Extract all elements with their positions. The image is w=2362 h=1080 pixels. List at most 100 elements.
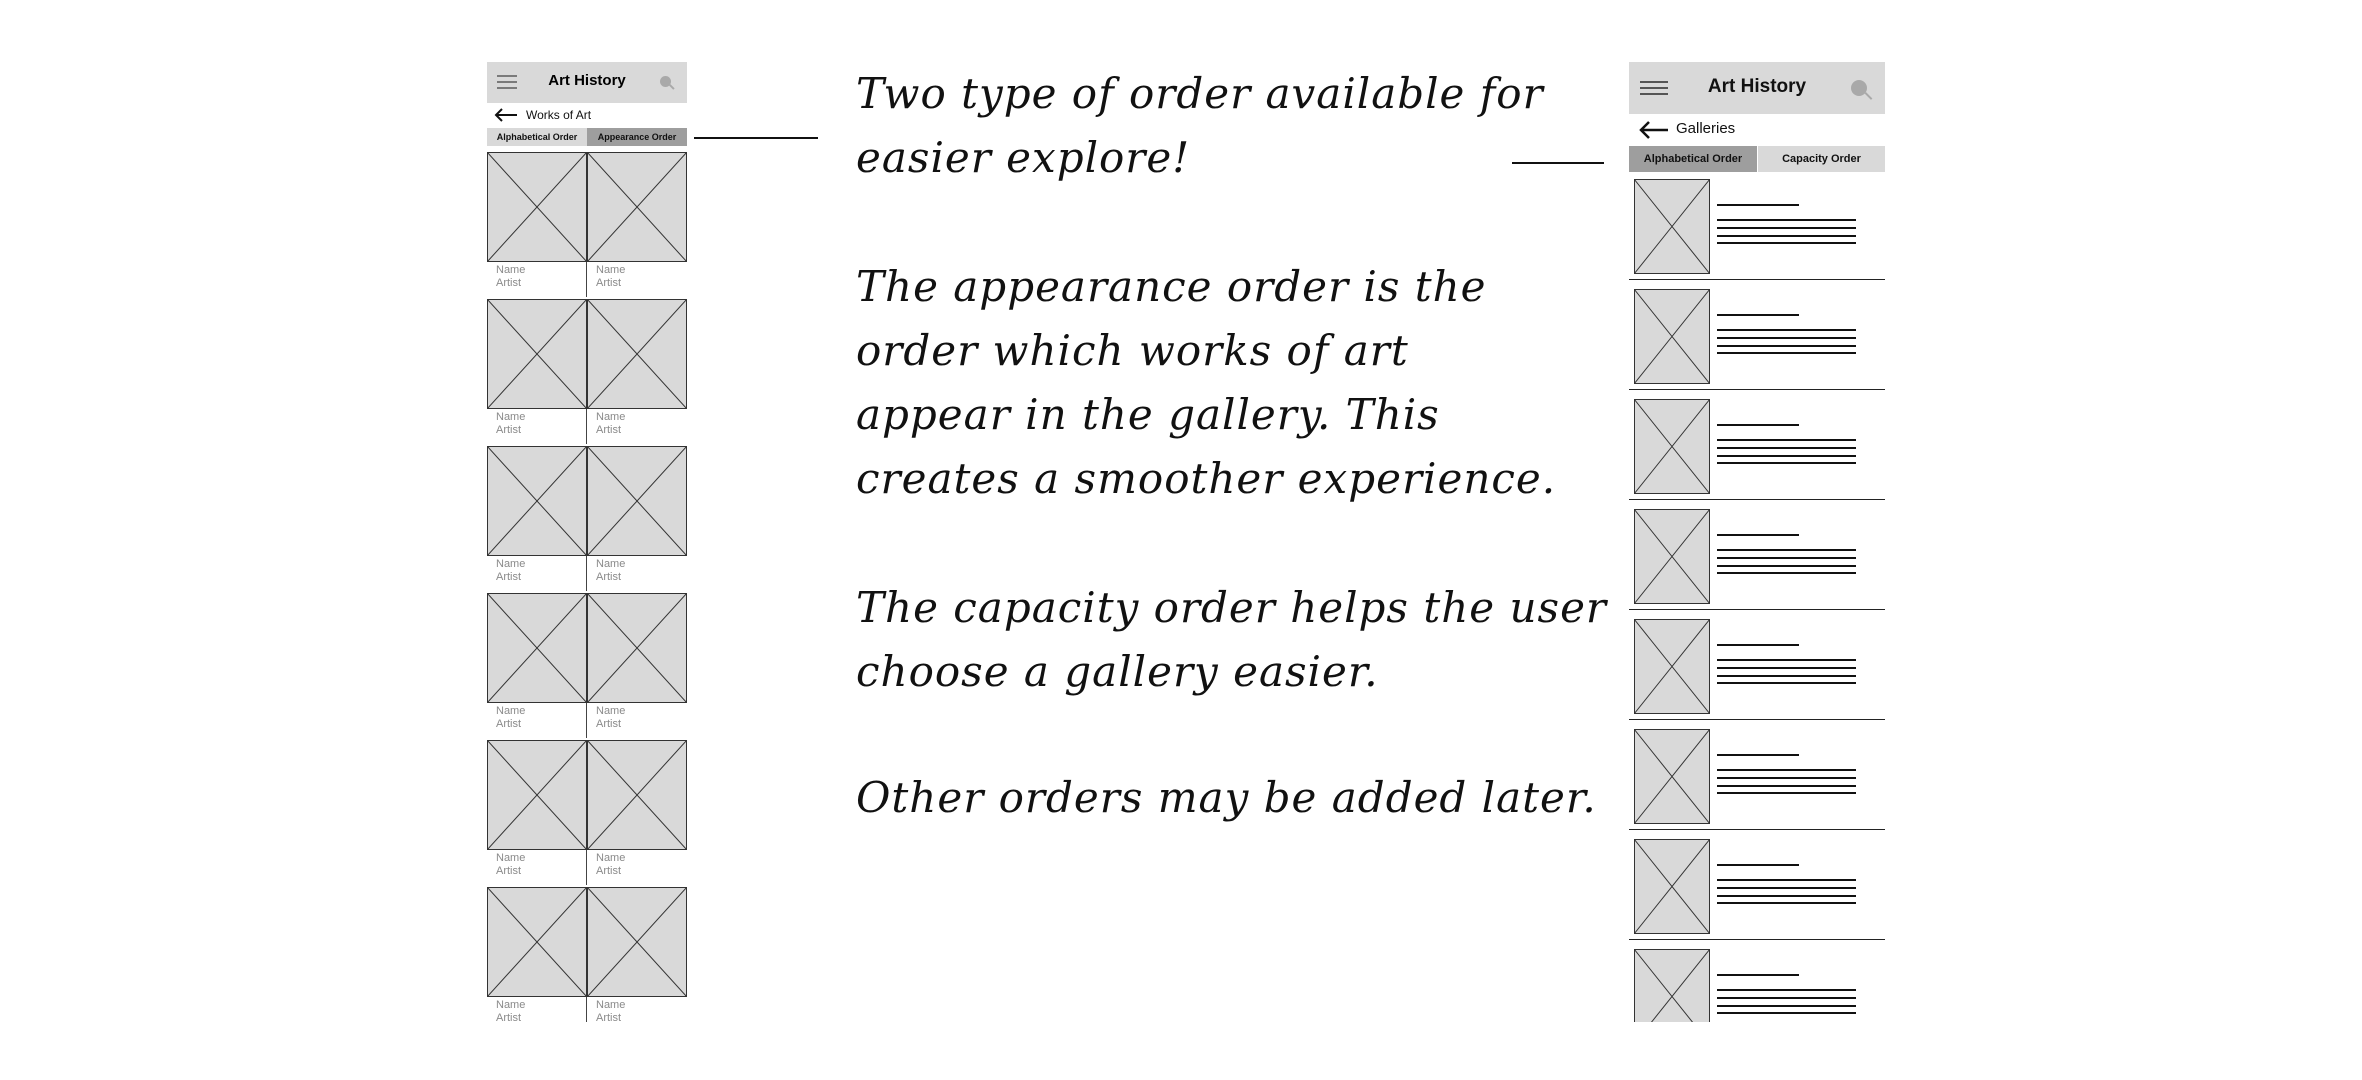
artwork-image-placeholder xyxy=(586,151,687,263)
text-lines-icon xyxy=(1717,974,1856,1014)
artwork-name: Name xyxy=(596,264,626,276)
app-header: Art History xyxy=(487,62,687,103)
connector-line-left xyxy=(694,137,818,139)
tab-alphabetical-order[interactable]: Alphabetical Order xyxy=(1629,146,1757,172)
artwork-name: Name xyxy=(596,411,626,423)
artwork-name: Name xyxy=(596,558,626,570)
artwork-caption: Name Artist xyxy=(496,411,525,437)
text-placeholder-lines xyxy=(1717,754,1857,794)
artwork-caption: Name Artist xyxy=(496,264,525,290)
tab-capacity-order[interactable]: Capacity Order xyxy=(1758,146,1885,172)
gallery-list-item[interactable] xyxy=(1629,506,1885,616)
gallery-list-item[interactable] xyxy=(1629,176,1885,286)
text-lines-icon xyxy=(1717,314,1856,354)
artwork-card[interactable]: Name Artist xyxy=(487,445,588,591)
artwork-artist: Artist xyxy=(596,277,622,289)
artwork-caption: Name Artist xyxy=(596,558,625,584)
artwork-caption: Name Artist xyxy=(496,705,525,731)
artwork-caption: Name Artist xyxy=(596,264,625,290)
text-lines-icon xyxy=(1717,864,1856,904)
gallery-list-item[interactable] xyxy=(1629,946,1885,1022)
artwork-name: Name xyxy=(496,852,526,864)
app-title: Art History xyxy=(548,72,626,89)
artwork-card[interactable]: Name Artist xyxy=(487,298,588,444)
list-divider xyxy=(1629,279,1885,280)
gallery-image-placeholder xyxy=(1633,618,1711,715)
artwork-card[interactable]: Name Artist xyxy=(487,739,588,885)
artwork-card[interactable]: Name Artist xyxy=(586,739,687,885)
search-icon[interactable] xyxy=(1851,80,1873,100)
page-title: Galleries xyxy=(1676,120,1736,137)
artwork-artist: Artist xyxy=(596,1012,622,1022)
artwork-name: Name xyxy=(496,705,526,717)
back-arrow-icon[interactable] xyxy=(1637,120,1671,140)
search-icon[interactable] xyxy=(660,76,675,90)
list-divider xyxy=(1629,389,1885,390)
list-divider xyxy=(1629,499,1885,500)
text-lines-icon xyxy=(1717,534,1856,574)
artwork-artist: Artist xyxy=(596,571,622,583)
text-placeholder-lines xyxy=(1717,314,1857,354)
artwork-card[interactable]: Name Artist xyxy=(586,298,687,444)
artwork-caption: Name Artist xyxy=(596,705,625,731)
artwork-image-placeholder xyxy=(586,886,687,998)
artwork-card[interactable]: Name Artist xyxy=(487,151,588,297)
annotation-two-orders: Two type of order available for easier e… xyxy=(856,69,1544,182)
artwork-image-placeholder xyxy=(487,592,588,704)
image-placeholder-icon xyxy=(1633,948,1711,1022)
artwork-card[interactable]: Name Artist xyxy=(586,445,687,591)
gallery-list-item[interactable] xyxy=(1629,726,1885,836)
artwork-card[interactable]: Name Artist xyxy=(487,592,588,738)
list-divider xyxy=(1629,609,1885,610)
gallery-image-placeholder xyxy=(1633,288,1711,385)
gallery-list-item[interactable] xyxy=(1629,616,1885,726)
artwork-caption: Name Artist xyxy=(496,999,525,1022)
artwork-artist: Artist xyxy=(596,865,622,877)
image-placeholder-icon xyxy=(586,445,687,557)
tab-appearance-order[interactable]: Appearance Order xyxy=(587,128,687,146)
gallery-list-item[interactable] xyxy=(1629,836,1885,946)
app-header: Art History xyxy=(1629,62,1885,114)
image-placeholder-icon xyxy=(1633,728,1711,825)
artwork-artist: Artist xyxy=(496,718,522,730)
artwork-image-placeholder xyxy=(487,445,588,557)
artwork-caption: Name Artist xyxy=(596,411,625,437)
artwork-card[interactable]: Name Artist xyxy=(586,151,687,297)
galleries-screen: Art History Galleries Alphabetical Order… xyxy=(1629,62,1885,1022)
annotation-other-orders: Other orders may be added later. xyxy=(856,773,1597,822)
image-placeholder-icon xyxy=(1633,618,1711,715)
artwork-image-placeholder xyxy=(586,298,687,410)
artwork-name: Name xyxy=(496,264,526,276)
text-placeholder-lines xyxy=(1717,424,1857,464)
gallery-image-placeholder xyxy=(1633,508,1711,605)
gallery-list-item[interactable] xyxy=(1629,286,1885,396)
artwork-image-placeholder xyxy=(586,739,687,851)
artwork-artist: Artist xyxy=(496,1012,522,1022)
artwork-card[interactable]: Name Artist xyxy=(586,592,687,738)
text-placeholder-lines xyxy=(1717,864,1857,904)
order-tabs: Alphabetical Order Capacity Order xyxy=(1629,146,1885,172)
artwork-card[interactable]: Name Artist xyxy=(586,886,687,1022)
artwork-image-placeholder xyxy=(487,886,588,998)
annotation-capacity-order: The capacity order helps the user choose… xyxy=(856,583,1607,696)
artwork-name: Name xyxy=(596,999,626,1011)
annotation-appearance-order: The appearance order is the order which … xyxy=(856,262,1557,503)
text-placeholder-lines xyxy=(1717,204,1857,244)
back-arrow-icon[interactable] xyxy=(493,107,519,123)
artwork-artist: Artist xyxy=(496,277,522,289)
artwork-card[interactable]: Name Artist xyxy=(487,886,588,1022)
tab-alphabetical-order[interactable]: Alphabetical Order xyxy=(487,128,587,146)
image-placeholder-icon xyxy=(487,298,588,410)
artwork-artist: Artist xyxy=(596,424,622,436)
app-title: Art History xyxy=(1707,76,1807,97)
artwork-name: Name xyxy=(596,705,626,717)
gallery-list-item[interactable] xyxy=(1629,396,1885,506)
text-lines-icon xyxy=(1717,204,1856,244)
artwork-artist: Artist xyxy=(496,571,522,583)
list-divider xyxy=(1629,719,1885,720)
artwork-image-placeholder xyxy=(487,298,588,410)
gallery-image-placeholder xyxy=(1633,178,1711,275)
image-placeholder-icon xyxy=(487,739,588,851)
artwork-name: Name xyxy=(496,558,526,570)
image-placeholder-icon xyxy=(1633,838,1711,935)
